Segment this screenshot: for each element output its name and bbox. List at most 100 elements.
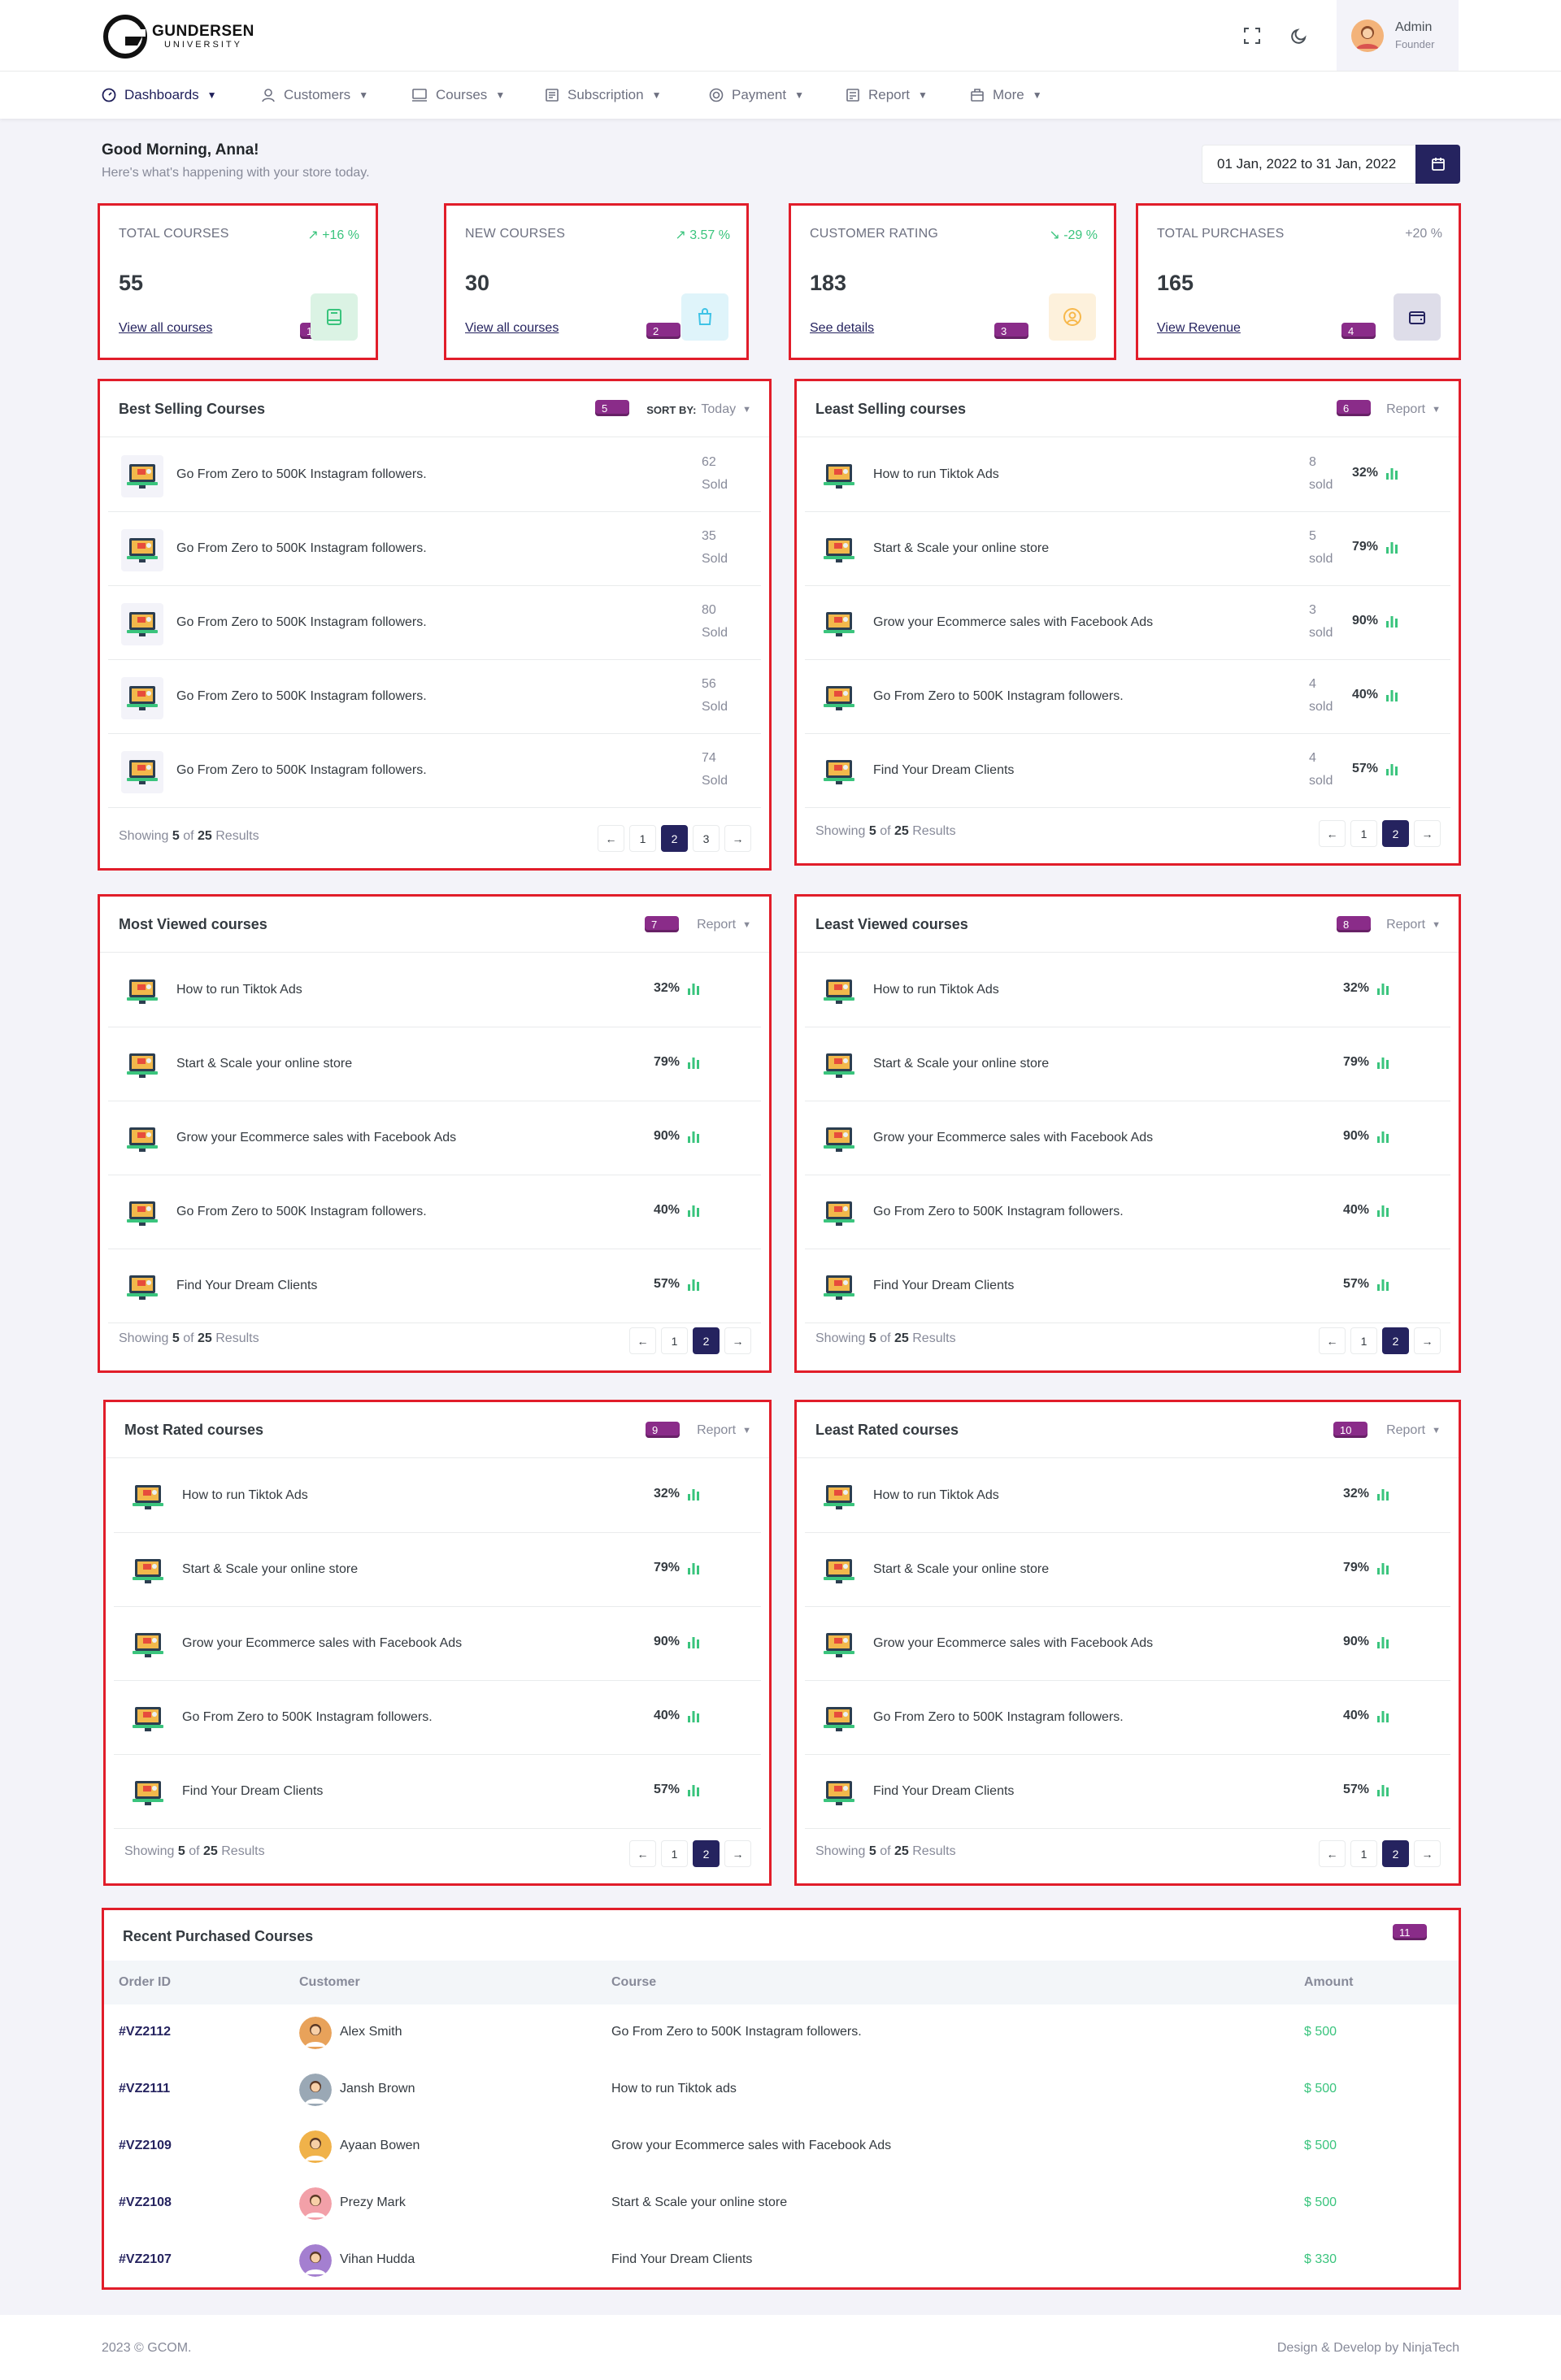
- list-item[interactable]: Go From Zero to 500K Instagram followers…: [805, 1681, 1450, 1755]
- page-button[interactable]: 2: [693, 1327, 720, 1354]
- page-button[interactable]: 2: [1382, 1327, 1409, 1354]
- page-button[interactable]: 2: [693, 1840, 720, 1867]
- stat-link[interactable]: View all courses: [465, 321, 559, 336]
- percentage: 40%: [1343, 1709, 1389, 1723]
- table-row[interactable]: #VZ2109 Ayaan Bowen Grow your Ecommerce sa…: [104, 2118, 1459, 2175]
- next-page-button[interactable]: →: [724, 1327, 751, 1354]
- sort-dropdown[interactable]: SORT BY: Today ▼: [646, 402, 751, 417]
- course-name: How to run Tiktok Ads: [873, 467, 999, 481]
- next-page-button[interactable]: →: [724, 825, 751, 852]
- order-id[interactable]: #VZ2112: [119, 2025, 171, 2039]
- list-item[interactable]: Find Your Dream Clients 57%: [805, 1755, 1450, 1829]
- list-item[interactable]: Go From Zero to 500K Instagram followers…: [108, 1175, 761, 1249]
- prev-page-button[interactable]: ←: [598, 825, 624, 852]
- prev-page-button[interactable]: ←: [629, 1327, 656, 1354]
- nav-customers[interactable]: Customers ▼: [261, 72, 368, 119]
- list-item[interactable]: Grow your Ecommerce sales with Facebook …: [805, 1607, 1450, 1681]
- course-percent-panel: Least Rated courses 10 Report ▼ How to run T…: [794, 1400, 1461, 1886]
- list-item[interactable]: Go From Zero to 500K Instagram followers…: [805, 1175, 1450, 1249]
- user-menu[interactable]: Admin Founder: [1337, 0, 1459, 71]
- list-item[interactable]: How to run Tiktok Ads 32%: [805, 1459, 1450, 1533]
- date-picker-button[interactable]: [1415, 145, 1460, 184]
- list-item[interactable]: Grow your Ecommerce sales with Facebook …: [805, 586, 1450, 660]
- page-button[interactable]: 3: [693, 825, 720, 852]
- course-name: Find Your Dream Clients: [611, 2252, 753, 2266]
- brand-logo[interactable]: GUNDERSEN UNIVERSITY: [102, 13, 254, 60]
- report-dropdown[interactable]: Report ▼: [1386, 1423, 1441, 1438]
- order-id[interactable]: #VZ2108: [119, 2195, 172, 2210]
- list-item[interactable]: Grow your Ecommerce sales with Facebook …: [108, 1101, 761, 1175]
- order-id[interactable]: #VZ2109: [119, 2139, 172, 2153]
- list-item[interactable]: Start & Scale your online store 5 sold 79%: [805, 512, 1450, 586]
- page-button[interactable]: 1: [1350, 820, 1377, 847]
- nav-payment[interactable]: Payment ▼: [709, 72, 804, 119]
- list-item[interactable]: Grow your Ecommerce sales with Facebook …: [805, 1101, 1450, 1175]
- list-item[interactable]: Go From Zero to 500K Instagram followers…: [805, 660, 1450, 734]
- list-item[interactable]: Find Your Dream Clients 4 sold 57%: [805, 734, 1450, 808]
- list-item[interactable]: Find Your Dream Clients 57%: [108, 1249, 761, 1323]
- page-button[interactable]: 2: [1382, 820, 1409, 847]
- nav-dashboards[interactable]: Dashboards ▼: [102, 72, 217, 119]
- course-thumbnail: [121, 603, 163, 645]
- page-button[interactable]: 1: [629, 825, 656, 852]
- list-item[interactable]: Go From Zero to 500K Instagram followers…: [108, 660, 761, 734]
- list-item[interactable]: Find Your Dream Clients 57%: [805, 1249, 1450, 1323]
- results-total: 25: [202, 1844, 218, 1858]
- page-button[interactable]: 1: [661, 1327, 688, 1354]
- next-page-button[interactable]: →: [724, 1840, 751, 1867]
- page-button[interactable]: 1: [1350, 1327, 1377, 1354]
- prev-page-button[interactable]: ←: [629, 1840, 656, 1867]
- course-thumbnail-icon: [824, 1201, 854, 1226]
- list-item[interactable]: How to run Tiktok Ads 32%: [114, 1459, 761, 1533]
- nav-more[interactable]: More ▼: [970, 72, 1042, 119]
- order-id[interactable]: #VZ2111: [119, 2082, 170, 2096]
- greeting: Good Morning, Anna! Here's what's happen…: [102, 141, 370, 180]
- page-button[interactable]: 2: [1382, 1840, 1409, 1867]
- nav-subscription[interactable]: Subscription ▼: [545, 72, 661, 119]
- date-range-input[interactable]: 01 Jan, 2022 to 31 Jan, 2022: [1202, 145, 1415, 184]
- prev-page-button[interactable]: ←: [1319, 1327, 1346, 1354]
- sold-number: 35: [702, 529, 716, 543]
- course-name: How to run Tiktok Ads: [873, 1488, 999, 1502]
- stat-link[interactable]: View Revenue: [1157, 321, 1241, 336]
- fullscreen-icon[interactable]: [1239, 23, 1265, 49]
- stat-link[interactable]: See details: [810, 321, 874, 336]
- next-page-button[interactable]: →: [1414, 1327, 1441, 1354]
- next-page-button[interactable]: →: [1414, 820, 1441, 847]
- report-dropdown[interactable]: Report ▼: [1386, 918, 1441, 932]
- list-item[interactable]: How to run Tiktok Ads 8 sold 32%: [805, 438, 1450, 512]
- table-row[interactable]: #VZ2108 Prezy Mark Start & Scale your onli…: [104, 2175, 1459, 2232]
- table-row[interactable]: #VZ2111 Jansh Brown How to run Tiktok ads $…: [104, 2061, 1459, 2118]
- report-dropdown[interactable]: Report ▼: [697, 918, 751, 932]
- order-id[interactable]: #VZ2107: [119, 2252, 172, 2267]
- page-button[interactable]: 1: [661, 1840, 688, 1867]
- list-item[interactable]: Find Your Dream Clients 57%: [114, 1755, 761, 1829]
- list-item[interactable]: Start & Scale your online store 79%: [114, 1533, 761, 1607]
- results-shown: 5: [868, 1331, 876, 1345]
- table-row[interactable]: #VZ2107 Vihan Hudda Find Your Dream Client…: [104, 2232, 1459, 2289]
- nav-courses[interactable]: Courses ▼: [411, 72, 505, 119]
- list-item[interactable]: Start & Scale your online store 79%: [805, 1533, 1450, 1607]
- list-item[interactable]: Go From Zero to 500K Instagram followers…: [108, 586, 761, 660]
- list-item[interactable]: Go From Zero to 500K Instagram followers…: [114, 1681, 761, 1755]
- prev-page-button[interactable]: ←: [1319, 1840, 1346, 1867]
- prev-page-button[interactable]: ←: [1319, 820, 1346, 847]
- list-item[interactable]: How to run Tiktok Ads 32%: [108, 953, 761, 1027]
- report-dropdown[interactable]: Report ▼: [1386, 402, 1441, 417]
- list-item[interactable]: Start & Scale your online store 79%: [805, 1027, 1450, 1101]
- page-button[interactable]: 1: [1350, 1840, 1377, 1867]
- list-item[interactable]: How to run Tiktok Ads 32%: [805, 953, 1450, 1027]
- report-icon: [846, 89, 859, 102]
- dark-mode-moon-icon[interactable]: [1286, 23, 1312, 49]
- page-button[interactable]: 2: [661, 825, 688, 852]
- list-item[interactable]: Grow your Ecommerce sales with Facebook …: [114, 1607, 761, 1681]
- list-item[interactable]: Go From Zero to 500K Instagram followers…: [108, 734, 761, 808]
- report-dropdown[interactable]: Report ▼: [697, 1423, 751, 1438]
- next-page-button[interactable]: →: [1414, 1840, 1441, 1867]
- list-item[interactable]: Go From Zero to 500K Instagram followers…: [108, 438, 761, 512]
- nav-report[interactable]: Report ▼: [846, 72, 928, 119]
- stat-link[interactable]: View all courses: [119, 321, 212, 336]
- table-row[interactable]: #VZ2112 Alex Smith Go From Zero to 500K In…: [104, 2004, 1459, 2061]
- list-item[interactable]: Go From Zero to 500K Instagram followers…: [108, 512, 761, 586]
- list-item[interactable]: Start & Scale your online store 79%: [108, 1027, 761, 1101]
